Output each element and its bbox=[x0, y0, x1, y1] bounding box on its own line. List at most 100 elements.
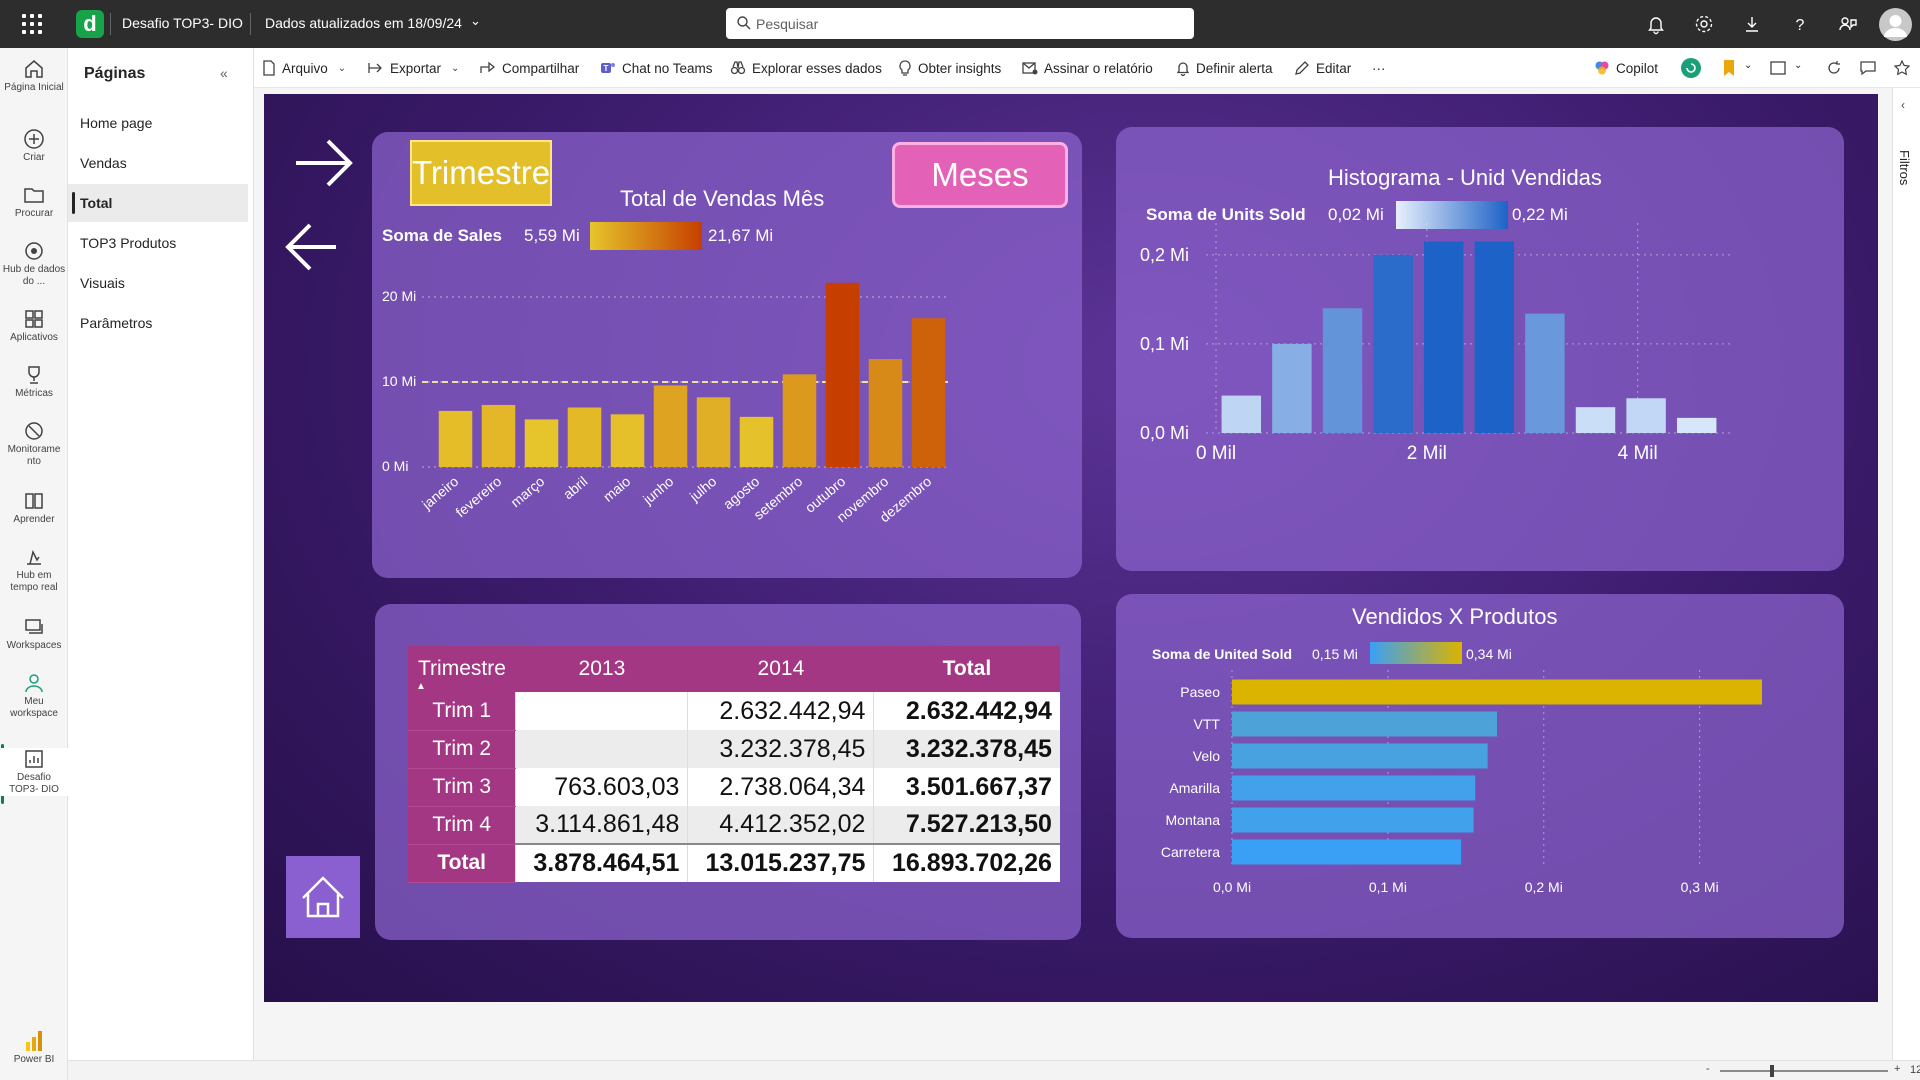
subscribe-report-button[interactable]: Assinar o relatório bbox=[1022, 58, 1153, 78]
histogram-bar[interactable] bbox=[1423, 241, 1464, 433]
more-options-button[interactable]: ··· bbox=[1372, 58, 1386, 78]
app-launcher-icon[interactable] bbox=[22, 14, 42, 34]
nav-workspaces[interactable]: Workspaces bbox=[0, 616, 68, 652]
export-menu-button[interactable]: Exportar ⌄ bbox=[368, 58, 459, 78]
cell-2014[interactable]: 3.232.378,45 bbox=[687, 730, 874, 768]
histogram-chart[interactable]: 0,0 Mi 0,1 Mi 0,2 Mi 0 Mil 2 Mil 4 Mil bbox=[1116, 127, 1844, 571]
previous-page-arrow-icon[interactable] bbox=[284, 220, 340, 274]
page-item-home[interactable]: Home page bbox=[68, 104, 248, 142]
product-bar[interactable] bbox=[1232, 743, 1488, 769]
row-header[interactable]: Trim 3 bbox=[408, 768, 516, 807]
cell-2014[interactable]: 13.015.237,75 bbox=[687, 843, 874, 882]
page-item-parametros[interactable]: Parâmetros bbox=[68, 304, 248, 342]
cell-total[interactable]: 2.632.442,94 bbox=[873, 692, 1060, 730]
product-bar[interactable] bbox=[1232, 807, 1474, 833]
cell-2013[interactable]: 3.878.464,51 bbox=[515, 843, 688, 882]
histogram-bar[interactable] bbox=[1575, 407, 1616, 433]
quarterly-matrix[interactable]: Trimestre ▲ 2013 2014 Total Trim 1 2.632.… bbox=[408, 646, 1060, 883]
chevron-down-icon[interactable]: ⌄ bbox=[1744, 60, 1752, 71]
copilot-button[interactable]: Copilot bbox=[1594, 58, 1658, 78]
nav-browse[interactable]: Procurar bbox=[0, 184, 68, 220]
bar[interactable] bbox=[739, 416, 774, 467]
zoom-in-button[interactable]: + bbox=[1894, 1063, 1900, 1075]
nav-my-workspace[interactable]: Meu workspace bbox=[0, 672, 68, 720]
collapse-icon[interactable]: « bbox=[220, 65, 228, 81]
cell-2013[interactable]: 3.114.861,48 bbox=[515, 806, 688, 844]
bar[interactable] bbox=[911, 318, 946, 467]
expand-filters-icon[interactable]: ‹ bbox=[1901, 98, 1905, 112]
matrix-header-2014[interactable]: 2014 bbox=[687, 646, 874, 692]
page-item-total[interactable]: Total bbox=[68, 184, 248, 222]
workspace-logo-icon[interactable]: d bbox=[76, 10, 104, 38]
cell-total[interactable]: 3.232.378,45 bbox=[873, 730, 1060, 768]
histogram-bar[interactable] bbox=[1626, 398, 1666, 433]
gear-icon[interactable] bbox=[1692, 12, 1716, 36]
matrix-header-total[interactable]: Total bbox=[873, 646, 1060, 692]
row-header[interactable]: Trim 1 bbox=[408, 692, 516, 731]
bar[interactable] bbox=[610, 414, 645, 467]
home-button[interactable] bbox=[286, 856, 360, 938]
chevron-down-icon[interactable]: ⌄ bbox=[470, 13, 481, 29]
row-header-total[interactable]: Total bbox=[408, 844, 516, 883]
products-bar-chart[interactable]: 0,0 Mi 0,1 Mi 0,2 Mi 0,3 Mi Paseo VTT Velo Amar… bbox=[1116, 594, 1844, 938]
row-header[interactable]: Trim 4 bbox=[408, 806, 516, 845]
bar[interactable] bbox=[868, 359, 903, 467]
nav-home[interactable]: Página Inicial bbox=[0, 58, 68, 94]
cell-total[interactable]: 16.893.702,26 bbox=[873, 843, 1060, 882]
row-header[interactable]: Trim 2 bbox=[408, 730, 516, 769]
help-icon[interactable]: ? bbox=[1788, 12, 1812, 36]
bar[interactable] bbox=[438, 410, 473, 467]
bar[interactable] bbox=[524, 419, 559, 467]
chevron-down-icon[interactable]: ⌄ bbox=[1794, 60, 1802, 71]
refresh-icon[interactable] bbox=[1826, 60, 1842, 76]
nav-create[interactable]: Criar bbox=[0, 128, 68, 164]
comment-icon[interactable] bbox=[1860, 60, 1876, 76]
histogram-bar[interactable] bbox=[1221, 395, 1262, 433]
set-alert-button[interactable]: Definir alerta bbox=[1176, 58, 1273, 78]
share-button[interactable]: Compartilhar bbox=[480, 58, 579, 78]
teams-chat-button[interactable]: T Chat no Teams bbox=[600, 58, 713, 78]
histogram-bar[interactable] bbox=[1676, 417, 1717, 433]
report-title[interactable]: Desafio TOP3- DIO bbox=[122, 15, 243, 31]
cell-2014[interactable]: 4.412.352,02 bbox=[687, 806, 874, 844]
nav-current-report[interactable]: Desafio TOP3- DIO bbox=[0, 748, 68, 796]
zoom-slider-thumb[interactable] bbox=[1770, 1065, 1774, 1077]
zoom-slider[interactable] bbox=[1720, 1070, 1888, 1072]
nav-monitoring[interactable]: Monitorame nto bbox=[0, 420, 68, 468]
nav-apps[interactable]: Aplicativos bbox=[0, 308, 68, 344]
histogram-bar[interactable] bbox=[1373, 254, 1413, 433]
product-bar[interactable] bbox=[1232, 775, 1476, 801]
page-item-vendas[interactable]: Vendas bbox=[68, 144, 248, 182]
bell-icon[interactable] bbox=[1644, 12, 1668, 36]
histogram-bar[interactable] bbox=[1474, 241, 1515, 433]
bar[interactable] bbox=[567, 407, 602, 468]
cell-2014[interactable]: 2.632.442,94 bbox=[687, 692, 874, 730]
bar[interactable] bbox=[696, 397, 731, 467]
page-item-visuais[interactable]: Visuais bbox=[68, 264, 248, 302]
product-bar[interactable] bbox=[1232, 711, 1497, 737]
product-bar[interactable] bbox=[1232, 839, 1462, 865]
share-feedback-icon[interactable] bbox=[1836, 12, 1860, 36]
get-insights-button[interactable]: Obter insights bbox=[898, 58, 1001, 78]
download-icon[interactable] bbox=[1740, 12, 1764, 36]
monthly-sales-chart[interactable]: 0 Mi10 Mi20 Mijaneirofevereiro março abril… bbox=[372, 132, 1082, 578]
edit-button[interactable]: Editar bbox=[1294, 58, 1351, 78]
powerbi-brand[interactable]: Power BI bbox=[0, 1030, 68, 1065]
next-page-arrow-icon[interactable] bbox=[292, 136, 356, 190]
view-icon[interactable] bbox=[1770, 61, 1786, 75]
cell-total[interactable]: 7.527.213,50 bbox=[873, 806, 1060, 844]
bar[interactable] bbox=[481, 404, 516, 467]
zoom-level[interactable]: 128% bbox=[1910, 1064, 1920, 1076]
histogram-bar[interactable] bbox=[1525, 313, 1565, 433]
sensitivity-icon[interactable] bbox=[1680, 57, 1702, 79]
filters-pane[interactable]: ‹ Filtros bbox=[1892, 88, 1920, 1060]
matrix-header-2013[interactable]: 2013 bbox=[515, 646, 688, 692]
data-updated-label[interactable]: Dados atualizados em 18/09/24 bbox=[265, 15, 462, 31]
favorite-star-icon[interactable] bbox=[1894, 60, 1910, 76]
explore-data-button[interactable]: Explorar esses dados bbox=[730, 58, 882, 78]
file-menu-button[interactable]: Arquivo ⌄ bbox=[262, 58, 346, 78]
cell-total[interactable]: 3.501.667,37 bbox=[873, 768, 1060, 806]
avatar[interactable] bbox=[1879, 8, 1912, 41]
zoom-out-button[interactable]: - bbox=[1706, 1063, 1710, 1075]
bookmark-icon[interactable] bbox=[1722, 59, 1736, 77]
